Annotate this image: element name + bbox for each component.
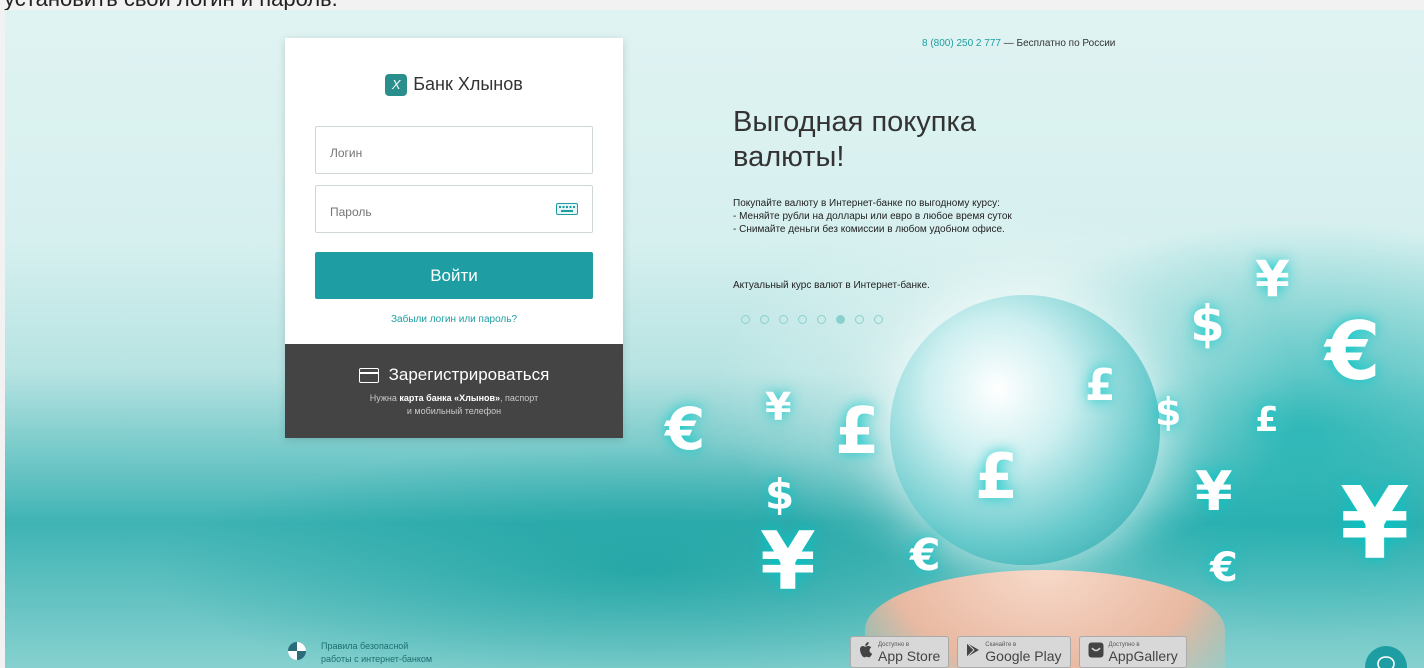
security-rules-line2: работы с интернет-банком <box>321 654 433 664</box>
appgallery-label: AppGallery <box>1108 647 1178 664</box>
login-input[interactable] <box>328 145 552 161</box>
yen-symbol-illustration: ¥ <box>765 385 792 429</box>
apple-icon <box>859 641 873 663</box>
yen-symbol-illustration: ¥ <box>1195 460 1233 523</box>
password-input[interactable] <box>328 204 552 220</box>
register-button[interactable]: Зарегистрироваться Нужна карта банка «Хл… <box>285 344 623 438</box>
register-note-suffix: , паспорт <box>500 393 539 403</box>
euro-symbol-illustration: € <box>1210 545 1238 591</box>
chat-bubble-icon <box>1376 655 1396 668</box>
forgot-credentials-link[interactable]: Забыли логин или пароль? <box>285 314 623 325</box>
security-rules-text: Правила безопасной работы с интернет-бан… <box>321 640 432 666</box>
login-field[interactable] <box>315 126 593 174</box>
slider-dot[interactable] <box>836 315 845 324</box>
dollar-symbol-illustration: $ <box>1190 295 1225 353</box>
login-card: ХБанк Хлынов Войти Забыли логин или паро… <box>285 38 623 438</box>
dollar-symbol-illustration: $ <box>765 470 795 519</box>
euro-symbol-illustration: € <box>665 395 706 463</box>
promo-body-line2: - Меняйте рубли на доллары или евро в лю… <box>733 211 1012 222</box>
slider-dot[interactable] <box>779 315 788 324</box>
bank-name: Банк Хлынов <box>413 74 523 94</box>
register-note-card: карта банка «Хлынов» <box>399 393 501 403</box>
slider-dot[interactable] <box>741 315 750 324</box>
app-store-badge[interactable]: Доступно в App Store <box>850 636 950 668</box>
slider-dot[interactable] <box>760 315 769 324</box>
password-field[interactable] <box>315 185 593 233</box>
pound-symbol-illustration: £ <box>1255 400 1279 440</box>
promo-body-line1: Покупайте валюту в Интернет-банке по выг… <box>733 198 1000 209</box>
register-label: Зарегистрироваться <box>388 365 550 384</box>
slider-dot[interactable] <box>798 315 807 324</box>
globe-illustration <box>890 295 1160 565</box>
security-rules-link[interactable]: Правила безопасной работы с интернет-бан… <box>287 640 432 666</box>
slider-dots <box>741 315 883 324</box>
phone-number[interactable]: 8 (800) 250 2 777 <box>922 38 1001 49</box>
keyboard-icon[interactable] <box>556 202 578 220</box>
promo-title: Выгодная покупка валюты! <box>733 105 976 175</box>
promo-title-line2: валюты! <box>733 141 845 173</box>
register-note-line2: и мобильный телефон <box>406 406 502 416</box>
login-page: € ¥ £ $ ¥ £ € £ $ $ ¥ £ € ¥ ¥ € Х Банк Хл… <box>5 10 1424 668</box>
register-note-prefix: Нужна <box>369 393 400 403</box>
app-store-label: App Store <box>878 647 941 664</box>
register-title: Зарегистрироваться <box>285 365 623 385</box>
slider-dot[interactable] <box>874 315 883 324</box>
promo-body-line3: - Снимайте деньги без комиссии в любом у… <box>733 224 1005 235</box>
security-rules-line1: Правила безопасной <box>321 641 409 651</box>
google-play-icon <box>966 642 980 663</box>
pound-symbol-illustration: £ <box>835 395 880 469</box>
support-phone: 8 (800) 250 2 777 — Бесплатно по России <box>922 38 1115 49</box>
shield-icon <box>287 641 307 666</box>
yen-symbol-illustration: ¥ <box>1340 465 1410 582</box>
pound-symbol-illustration: £ <box>975 440 1019 513</box>
yen-symbol-illustration: ¥ <box>1255 250 1290 308</box>
promo-body: Покупайте валюту в Интернет-банке по выг… <box>733 197 1093 236</box>
promo-title-line1: Выгодная покупка <box>733 106 976 138</box>
appgallery-icon <box>1088 642 1104 663</box>
pound-symbol-illustration: £ <box>1085 360 1116 411</box>
appgallery-badge[interactable]: Доступно в AppGallery <box>1078 636 1187 668</box>
promo-rate-note: Актуальный курс валют в Интернет-банке. <box>733 280 930 291</box>
yen-symbol-illustration: ¥ <box>760 515 816 608</box>
google-play-label: Google Play <box>985 647 1062 664</box>
slider-dot[interactable] <box>817 315 826 324</box>
top-caption: установить свой логин и пароль. <box>0 0 338 10</box>
slider-dot[interactable] <box>855 315 864 324</box>
google-play-badge[interactable]: Скачайте в Google Play <box>957 636 1071 668</box>
login-button[interactable]: Войти <box>315 252 593 299</box>
bank-logo-icon: Х <box>385 74 408 97</box>
register-note: Нужна карта банка «Хлынов», паспорт и мо… <box>285 392 623 418</box>
euro-symbol-illustration: € <box>910 530 941 581</box>
bank-card-icon <box>358 368 379 384</box>
euro-symbol-illustration: € <box>1325 305 1381 398</box>
dollar-symbol-illustration: $ <box>1155 390 1182 434</box>
phone-note: — Бесплатно по России <box>1000 38 1116 49</box>
store-badges: Доступно в App Store Скачайте в Google P… <box>850 636 1187 668</box>
chat-button[interactable] <box>1365 646 1407 668</box>
bank-logo: Х Банк Хлынов <box>285 74 623 97</box>
